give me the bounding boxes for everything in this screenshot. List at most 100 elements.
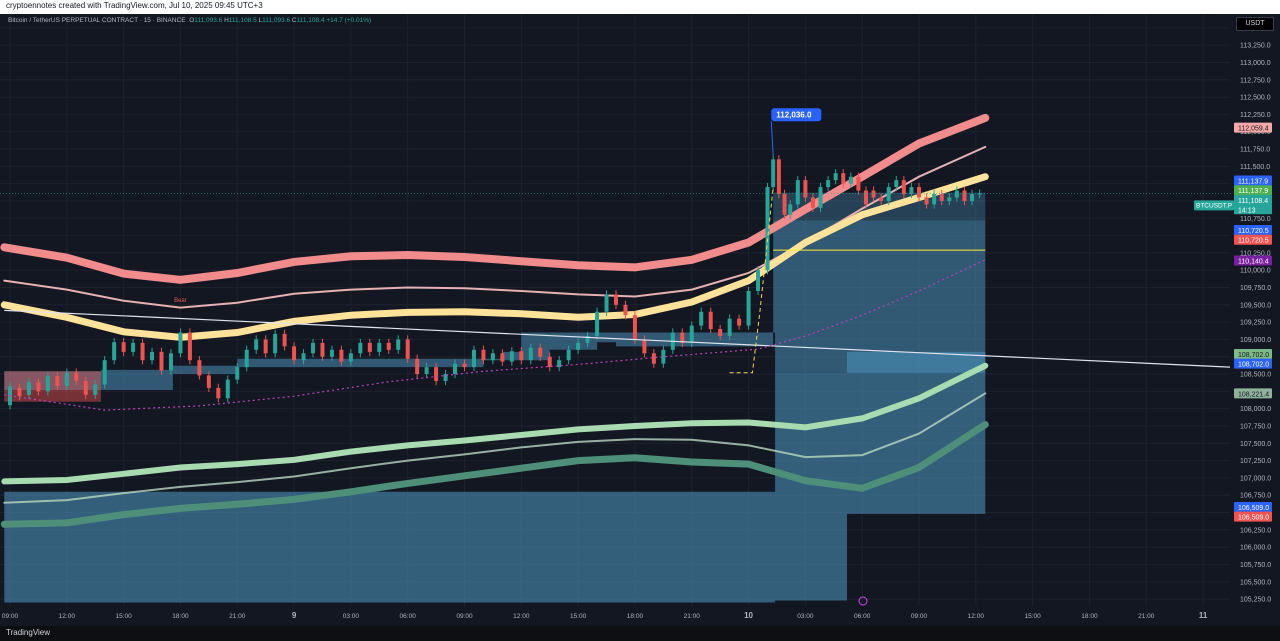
candle [206,375,211,388]
candle [45,376,50,392]
x-tick-label: 12:00 [968,613,985,620]
candle [632,315,637,340]
x-tick-label: 12:00 [59,613,76,620]
chart-area[interactable]: 105,250.0 105,500.0 105,750.0 106,000.0 106,… [0,14,1280,626]
candle [339,349,344,362]
y-tick-label: 111,750.0 [1240,147,1270,154]
y-tick-label: 110,000.0 [1240,268,1271,275]
candle [954,190,959,198]
candle [795,180,800,205]
candle [83,380,88,395]
candle [642,339,647,354]
candle [462,363,467,368]
price-tag-text: 111,137.9 [1238,188,1268,195]
candle [746,290,751,326]
candle [74,372,79,381]
candle [273,333,278,354]
x-tick-label: 06:00 [400,613,417,620]
candle [263,339,268,354]
price-tag-text: 110,140.4 [1238,258,1269,265]
candle [782,194,787,215]
price-tag-text: 108,221.4 [1238,391,1269,398]
price-chart[interactable]: 105,250.0 105,500.0 105,750.0 106,000.0 106,… [0,14,1280,626]
price-tag-text: 110,720.5 [1238,238,1269,245]
candle [566,349,571,361]
candle [405,339,410,359]
low-value: 111,093.6 [262,17,291,24]
price-tag-text: 111,108.4 [1238,198,1268,205]
candle [848,176,853,184]
candle [216,387,221,399]
price-tag-text: 112,059.4 [1238,126,1269,133]
candle [168,353,173,371]
candle [396,339,401,350]
candle [121,342,126,352]
symbol-title: Bitcoin / TetherUS PERPETUAL CONTRACT · … [8,17,186,24]
candle [64,372,69,386]
x-tick-label: 15:00 [115,613,132,620]
x-tick-label: 21:00 [229,613,246,620]
x-tick-label: 18:00 [1081,613,1098,620]
candle [826,180,831,188]
candle [150,351,155,361]
y-tick-label: 113,000.0 [1240,60,1271,67]
candle [26,382,31,395]
y-tick-label: 109,250.0 [1240,320,1271,327]
candle [547,356,552,368]
x-tick-label: 03:00 [343,613,360,620]
candle [871,190,876,198]
candle [856,176,861,191]
candle [282,333,287,347]
y-tick-label: 107,750.0 [1240,423,1271,430]
x-tick-label: 15:00 [570,613,587,620]
y-tick-label: 109,000.0 [1240,337,1271,344]
candle [178,332,183,354]
candle [756,270,761,291]
y-tick-label: 111,500.0 [1240,164,1270,171]
candle [311,342,315,354]
candle [718,329,723,336]
candle [557,360,562,368]
y-tick-label: 110,750.0 [1240,216,1271,223]
candle [788,204,793,215]
candle [699,311,704,326]
candle [651,353,656,364]
candle [727,318,732,336]
candle [254,339,259,350]
candle [708,311,713,330]
candle [320,342,325,357]
candle [93,384,98,395]
price-tag-text: 106,509.0 [1238,515,1269,522]
x-tick-label: 12:00 [513,613,530,620]
open-value: 111,093.6 [194,17,223,24]
candle [481,349,486,361]
candle [367,342,372,352]
candle [924,197,929,205]
y-tick-label: 107,250.0 [1240,458,1271,465]
price-tag-text: 108,702.0 [1238,362,1269,369]
x-tick-label: 11 [1199,611,1208,620]
replay-icon [858,596,868,606]
candle [833,173,838,181]
candle [841,173,846,184]
x-tick-label: 21:00 [1138,613,1155,620]
candle [424,367,429,375]
currency-button[interactable]: USDT [1236,17,1274,31]
price-tag-text: 110,720.5 [1238,228,1269,235]
candle [576,342,581,350]
y-tick-label: 108,500.0 [1240,372,1271,379]
candle [159,351,164,371]
price-callout: 112,036.0 [776,111,812,120]
candle [894,180,899,188]
candle [453,363,458,375]
x-tick-label: 15:00 [1024,613,1041,620]
candle [519,351,524,361]
candle [737,318,742,326]
y-tick-label: 112,250.0 [1240,112,1271,119]
candle [962,190,967,201]
candle [292,346,297,361]
change-value: +14.7 (+0.01%) [326,17,372,24]
ohlc-legend: Bitcoin / TetherUS PERPETUAL CONTRACT · … [8,17,371,24]
candle [358,342,363,354]
candle [765,187,770,271]
